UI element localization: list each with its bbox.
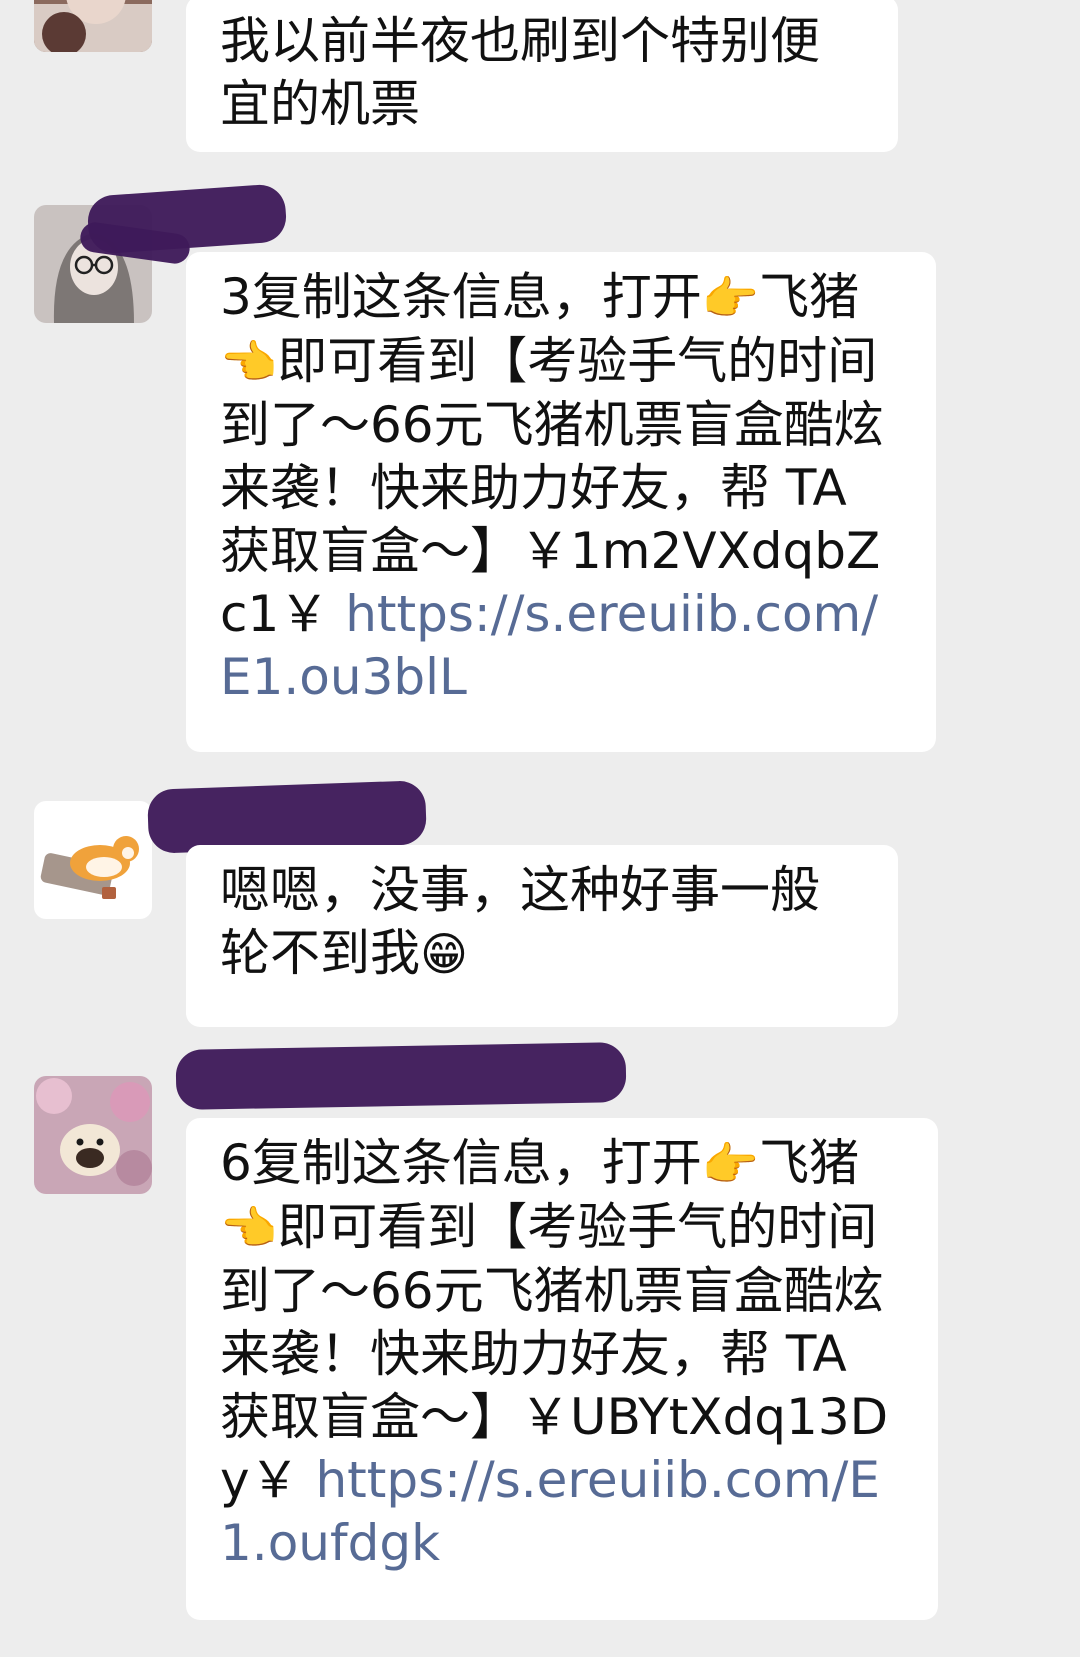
grinning-face-emoji: 😁 [420,927,468,981]
message-bubble-3[interactable]: 嗯嗯，没事，这种好事一般轮不到我😁 [186,845,898,1027]
message-text-4-app: 飞猪 [759,1134,860,1192]
avatar-user-4[interactable] [34,1076,152,1194]
message-bubble-4[interactable]: 6复制这条信息，打开👉飞猪👈即可看到【考验手气的时间到了～66元飞猪机票盲盒酷炫… [186,1118,938,1620]
pointing-right-emoji: 👉 [701,271,760,325]
pointing-right-emoji: 👉 [701,1137,760,1191]
pointing-left-emoji: 👈 [220,1201,278,1255]
message-text-4: 6复制这条信息，打开 [220,1134,702,1192]
avatar-user-3-image [34,801,152,919]
message-bubble-1[interactable]: 我以前半夜也刷到个特别便宜的机票 [186,0,898,152]
pointing-left-emoji: 👈 [220,335,278,389]
message-text-2-app: 飞猪 [759,268,860,326]
redacted-name-4 [175,1042,627,1110]
message-text-3: 嗯嗯，没事，这种好事一般轮不到我 [220,861,820,982]
avatar-user-1[interactable] [34,0,152,52]
message-text-2: 3复制这条信息，打开 [220,268,702,326]
avatar-user-4-image [34,1076,152,1194]
message-text-1: 我以前半夜也刷到个特别便宜的机票 [220,12,820,133]
avatar-user-1-image [34,0,152,52]
redacted-name-3 [146,780,428,854]
avatar-user-3[interactable] [34,801,152,919]
message-bubble-2[interactable]: 3复制这条信息，打开👉飞猪👈即可看到【考验手气的时间到了～66元飞猪机票盲盒酷炫… [186,252,936,752]
message-link-4[interactable]: https://s.ereuiib.com/E1.oufdgk [220,1451,880,1572]
